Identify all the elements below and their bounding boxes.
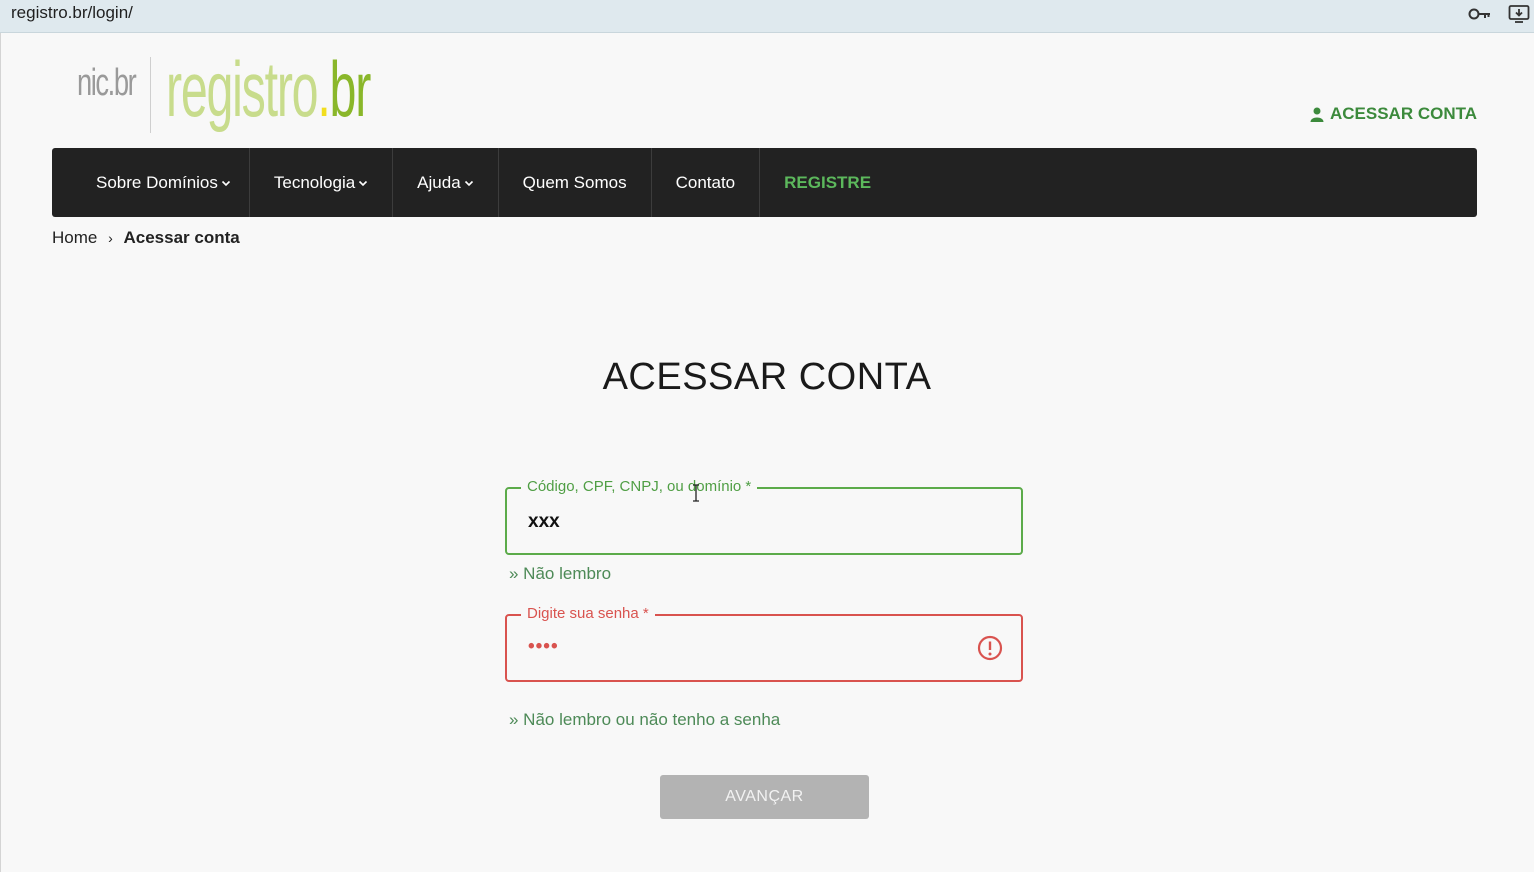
breadcrumb-current: Acessar conta: [123, 228, 240, 247]
password-input[interactable]: ••••: [528, 636, 559, 658]
url-text[interactable]: registro.br/login/: [11, 3, 133, 23]
nav-item-label: REGISTRE: [784, 172, 872, 192]
login-id-input[interactable]: xxx: [528, 511, 560, 533]
nav-item-tecnologia[interactable]: Tecnologia: [250, 148, 394, 217]
nav-item-label: Ajuda: [417, 172, 461, 192]
nav-item-label: Sobre Domínios: [96, 172, 218, 192]
registro-br-logo[interactable]: registro.br: [166, 50, 371, 128]
chevron-down-icon: [464, 180, 473, 186]
chevron-down-icon: [221, 180, 230, 186]
breadcrumb: Home › Acessar conta: [52, 228, 240, 248]
nic-br-logo[interactable]: nic.br: [77, 62, 137, 105]
browser-address-bar[interactable]: registro.br/login/: [0, 0, 1534, 33]
submit-button[interactable]: AVANÇAR: [660, 775, 869, 819]
nav-item-label: Quem Somos: [522, 172, 627, 192]
install-app-icon[interactable]: [1508, 4, 1530, 24]
nav-item-label: Tecnologia: [273, 172, 356, 192]
user-icon: [1310, 107, 1324, 122]
password-label: Digite sua senha *: [521, 605, 655, 622]
logo-br-text: br: [329, 45, 372, 133]
key-icon[interactable]: [1468, 6, 1492, 22]
header-account-link[interactable]: ACESSAR CONTA: [1310, 104, 1477, 124]
chevron-down-icon: [359, 180, 368, 186]
alert-circle-icon: [977, 635, 1003, 661]
nav-item-registre[interactable]: REGISTRE: [760, 148, 895, 217]
nav-item-ajuda[interactable]: Ajuda: [393, 148, 499, 217]
login-id-label: Código, CPF, CNPJ, ou domínio *: [521, 478, 758, 495]
text-cursor-icon: [693, 484, 699, 502]
header-account-label: ACESSAR CONTA: [1329, 104, 1477, 123]
nav-item-quem-somos[interactable]: Quem Somos: [499, 148, 652, 217]
logo-registro-text: registro: [166, 45, 319, 133]
logo-dot: .: [317, 45, 330, 133]
page-title: ACESSAR CONTA: [602, 356, 932, 398]
breadcrumb-home-link[interactable]: Home: [52, 228, 97, 247]
page-edge: [0, 33, 1, 872]
password-field[interactable]: Digite sua senha * ••••: [505, 605, 1023, 682]
nav-item-contato[interactable]: Contato: [652, 148, 761, 217]
breadcrumb-separator: ›: [108, 230, 113, 246]
nav-item-label: Contato: [675, 172, 736, 192]
nav-item-sobre-dominios[interactable]: Sobre Domínios: [52, 148, 250, 217]
forgot-login-link[interactable]: » Não lembro: [509, 564, 611, 584]
main-navbar: Sobre Domínios Tecnologia Ajuda Quem Som…: [52, 148, 1477, 217]
logo-divider: [150, 57, 151, 133]
login-id-field[interactable]: Código, CPF, CNPJ, ou domínio * xxx: [505, 478, 1023, 555]
forgot-password-link[interactable]: » Não lembro ou não tenho a senha: [509, 710, 780, 730]
